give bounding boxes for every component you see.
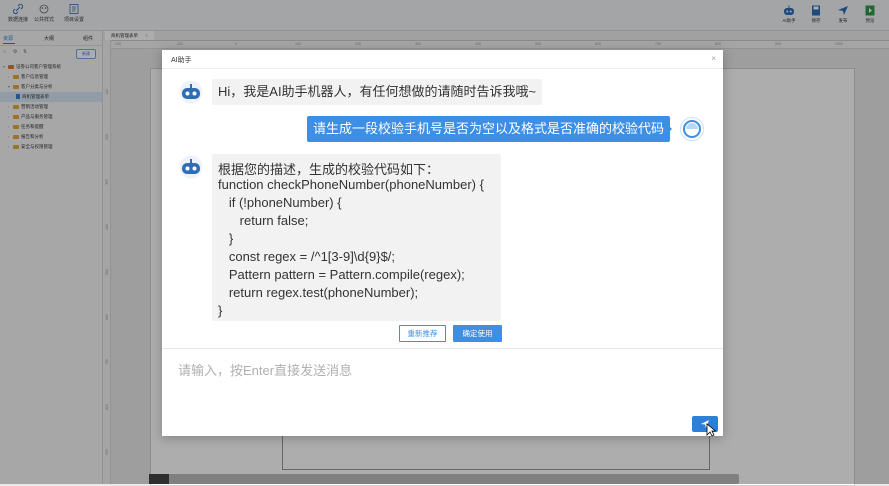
code-line: if (!phoneNumber) { [218, 195, 342, 210]
regenerate-button[interactable]: 重新推荐 [399, 325, 446, 342]
dialog-header: AI助手 × [162, 50, 723, 69]
code-line: return false; [218, 213, 309, 228]
code-line: function checkPhoneNumber(phoneNumber) { [218, 177, 484, 192]
code-line: return regex.test(phoneNumber); [218, 285, 419, 300]
divider [162, 348, 723, 349]
message-input[interactable] [176, 358, 680, 412]
mouse-cursor-icon [706, 423, 716, 437]
user-message: 请生成一段校验手机号是否为空以及格式是否准确的校验代码 [307, 116, 671, 142]
bot-code-response: 根据您的描述，生成的校验代码如下： function checkPhoneNum… [212, 154, 501, 321]
confirm-use-button[interactable]: 确定使用 [453, 325, 502, 342]
ai-assistant-dialog: AI助手 × Hi，我是AI助手机器人，有任何想做的请随时告诉我哦~ 请生成一段… [162, 50, 723, 437]
dialog-title: AI助手 [171, 57, 192, 64]
robot-avatar-icon [179, 80, 203, 104]
bot-greeting-message: Hi，我是AI助手机器人，有任何想做的请随时告诉我哦~ [212, 79, 543, 105]
code-line: Pattern pattern = Pattern.compile(regex)… [218, 267, 465, 282]
bubble-tail [667, 124, 672, 134]
code-line: } [218, 231, 234, 246]
robot-avatar-icon [179, 155, 203, 179]
code-line: const regex = /^1[3-9]\d{9}$/; [218, 249, 396, 264]
message-input-area [162, 350, 723, 437]
code-line: } [218, 303, 223, 318]
chat-history[interactable]: Hi，我是AI助手机器人，有任何想做的请随时告诉我哦~ 请生成一段校验手机号是否… [162, 69, 723, 349]
close-icon[interactable]: × [711, 54, 716, 63]
response-intro: 根据您的描述，生成的校验代码如下： [218, 162, 440, 177]
user-avatar-icon [680, 117, 704, 141]
